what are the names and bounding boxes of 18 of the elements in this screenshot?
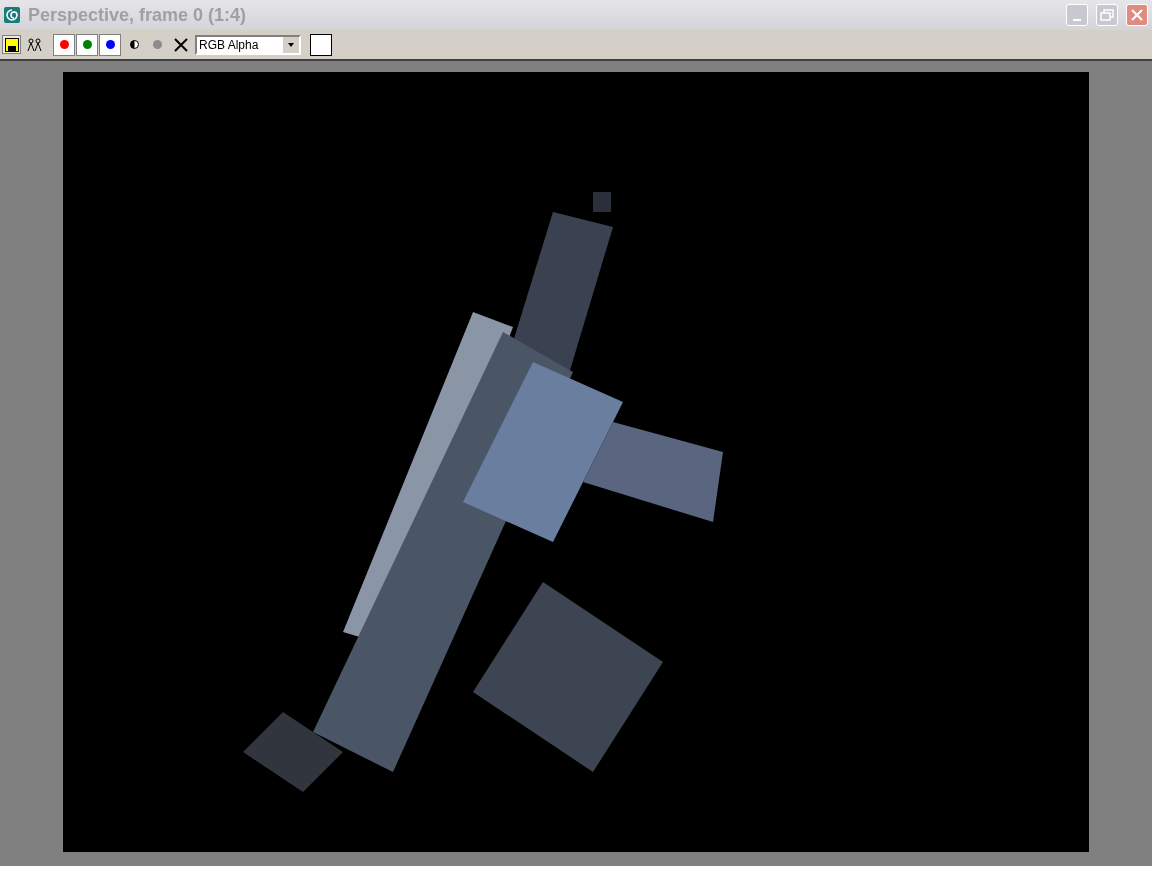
save-button[interactable] — [2, 35, 21, 54]
channel-toggle-button[interactable] — [76, 33, 98, 56]
channel-dropdown[interactable]: RGB Alpha — [195, 34, 301, 55]
close-button[interactable] — [1126, 4, 1148, 26]
app-logo-icon — [4, 7, 20, 23]
close-icon — [1131, 9, 1143, 21]
restore-icon — [1100, 9, 1114, 21]
minimize-icon — [1073, 19, 1081, 21]
channel-toggle-button[interactable] — [99, 33, 121, 56]
channel-toggle-button[interactable] — [53, 33, 75, 56]
half-circle-icon — [129, 40, 139, 49]
caret-icon — [283, 36, 299, 53]
dot-icon — [152, 40, 162, 49]
dropdown-value: RGB Alpha — [199, 36, 259, 54]
color-swatch[interactable] — [310, 33, 332, 56]
people-icon — [27, 37, 43, 52]
window-title: Perspective, frame 0 (1:4) — [28, 3, 247, 27]
close-icon — [174, 37, 188, 52]
